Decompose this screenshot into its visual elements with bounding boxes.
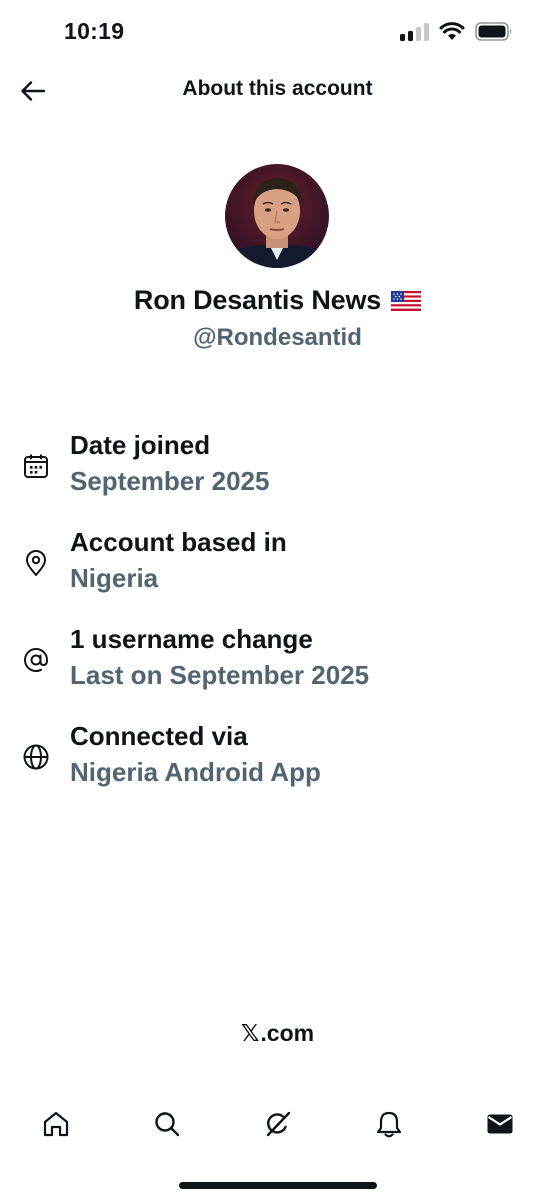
profile-name-row: Ron Desantis News: [0, 285, 555, 316]
calendar-icon: [24, 454, 48, 478]
header: About this account: [0, 66, 555, 114]
info-date-joined: Date joined September 2025: [0, 430, 555, 510]
messages-icon: [487, 1114, 513, 1134]
info-value: Nigeria Android App: [70, 757, 321, 787]
search-icon: [155, 1112, 180, 1137]
info-username-change: 1 username change Last on September 2025: [0, 624, 555, 704]
status-bar: 10:19: [0, 0, 555, 66]
grok-icon: [266, 1111, 291, 1137]
nav-search[interactable]: [147, 1104, 187, 1144]
battery-icon: [475, 22, 512, 41]
status-time: 10:19: [64, 18, 125, 44]
brand-suffix: .com: [260, 1020, 315, 1046]
home-indicator[interactable]: [179, 1182, 377, 1189]
signal-icon: [400, 22, 429, 41]
at-sign-icon: [24, 648, 49, 672]
location-pin-icon: [26, 550, 46, 576]
info-title: 1 username change: [70, 624, 313, 654]
wifi-icon: [439, 22, 465, 40]
nav-notifications[interactable]: [369, 1104, 409, 1144]
page-title: About this account: [182, 77, 373, 100]
info-connected-via: Connected via Nigeria Android App: [0, 721, 555, 801]
display-name: Ron Desantis News: [133, 285, 382, 315]
info-value: September 2025: [70, 466, 270, 496]
nav-messages[interactable]: [480, 1104, 520, 1144]
avatar: [225, 164, 329, 268]
account-handle: @Rondesantid: [193, 324, 362, 351]
info-value: Nigeria: [70, 563, 159, 593]
notifications-icon: [376, 1111, 402, 1138]
globe-icon: [23, 744, 49, 770]
nav-home[interactable]: [36, 1104, 76, 1144]
info-title: Date joined: [70, 430, 211, 460]
info-title: Connected via: [70, 721, 248, 751]
bottom-nav: [0, 1098, 555, 1152]
x-logo-icon: 𝕏: [240, 1020, 260, 1046]
status-icons: [400, 22, 513, 41]
nav-grok[interactable]: [258, 1104, 298, 1144]
x-com-link[interactable]: 𝕏 .com: [0, 1020, 555, 1047]
home-icon: [43, 1111, 69, 1137]
info-title: Account based in: [70, 527, 287, 557]
us-flag-icon: [391, 290, 422, 311]
info-account-location: Account based in Nigeria: [0, 527, 555, 607]
info-value: Last on September 2025: [70, 660, 370, 690]
